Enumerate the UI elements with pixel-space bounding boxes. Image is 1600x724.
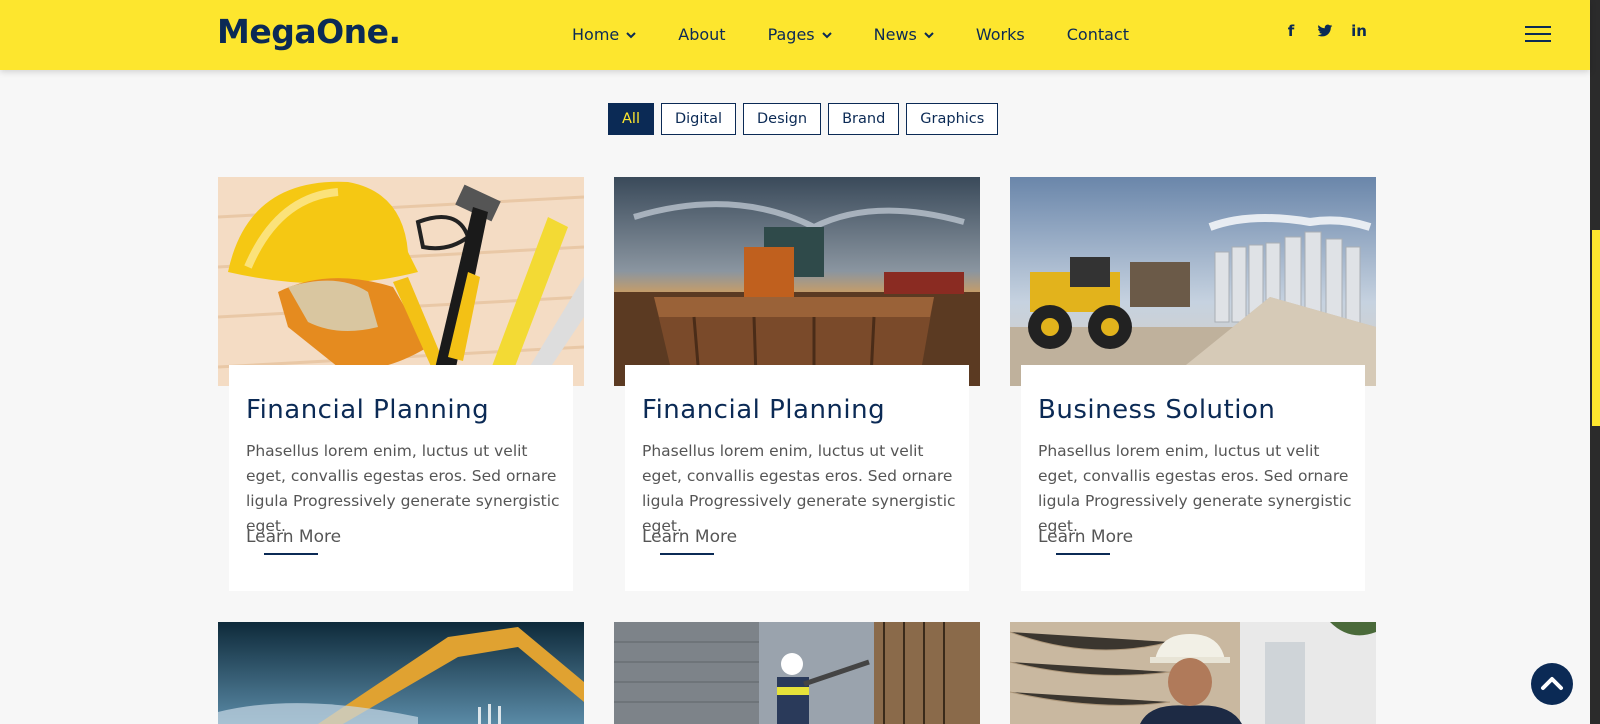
card-text: Phasellus lorem enim, luctus ut velit eg… [246, 442, 560, 535]
link-underline [1056, 553, 1110, 555]
nav-item-home[interactable]: Home [572, 25, 636, 44]
card-image-excavator-night[interactable] [218, 622, 584, 724]
menu-icon[interactable] [1525, 26, 1551, 44]
linkedin-icon[interactable]: in [1351, 22, 1367, 40]
nav-item-news[interactable]: News [874, 25, 934, 44]
learn-more-link[interactable]: Learn More [246, 527, 341, 547]
site-header: MegaOne. Home About Pages News Works Con… [0, 0, 1590, 70]
card-financial-planning-1: Financial Planning Phasellus lorem enim,… [229, 365, 573, 591]
portfolio-filters: All Digital Design Brand Graphics [608, 103, 999, 135]
nav-item-works[interactable]: Works [976, 25, 1025, 44]
card-image-loader[interactable] [1010, 177, 1376, 386]
chevron-up-icon [1541, 677, 1563, 690]
card-text: Phasellus lorem enim, luctus ut velit eg… [642, 442, 956, 535]
nav-item-pages[interactable]: Pages [768, 25, 832, 44]
nav-label: About [678, 25, 726, 44]
card-image-engineer[interactable] [1010, 622, 1376, 724]
filter-design[interactable]: Design [743, 103, 822, 135]
chevron-down-icon [626, 31, 636, 38]
facebook-icon[interactable]: f [1283, 22, 1299, 40]
link-underline [660, 553, 714, 555]
main-nav: Home About Pages News Works Contact [572, 25, 1171, 44]
chevron-down-icon [924, 31, 934, 38]
card-image-worker-site[interactable] [614, 622, 980, 724]
card-image-excavator[interactable] [614, 177, 980, 386]
site-logo[interactable]: MegaOne. [217, 12, 401, 51]
card-image-tools[interactable] [218, 177, 584, 386]
filter-graphics[interactable]: Graphics [906, 103, 999, 135]
filter-digital[interactable]: Digital [660, 103, 737, 135]
nav-label: Pages [767, 25, 815, 44]
social-links: f in [1283, 22, 1367, 40]
card-title: Financial Planning [246, 395, 490, 425]
card-financial-planning-2: Financial Planning Phasellus lorem enim,… [625, 365, 969, 591]
twitter-icon[interactable] [1317, 24, 1333, 38]
nav-label: Works [975, 25, 1025, 44]
card-title: Financial Planning [642, 395, 886, 425]
nav-item-contact[interactable]: Contact [1067, 25, 1129, 44]
card-business-solution: Business Solution Phasellus lorem enim, … [1021, 365, 1365, 591]
learn-more-link[interactable]: Learn More [1038, 527, 1133, 547]
nav-item-about[interactable]: About [678, 25, 725, 44]
learn-more-link[interactable]: Learn More [642, 527, 737, 547]
link-underline [264, 553, 318, 555]
filter-all[interactable]: All [608, 103, 654, 135]
card-title: Business Solution [1038, 395, 1276, 425]
back-to-top-button[interactable] [1531, 663, 1573, 705]
nav-label: News [873, 25, 917, 44]
nav-label: Contact [1066, 25, 1129, 44]
chevron-down-icon [821, 31, 832, 38]
card-text: Phasellus lorem enim, luctus ut velit eg… [1038, 442, 1352, 535]
filter-brand[interactable]: Brand [828, 103, 900, 135]
scrollbar-thumb[interactable] [1592, 230, 1600, 426]
nav-label: Home [572, 25, 620, 44]
